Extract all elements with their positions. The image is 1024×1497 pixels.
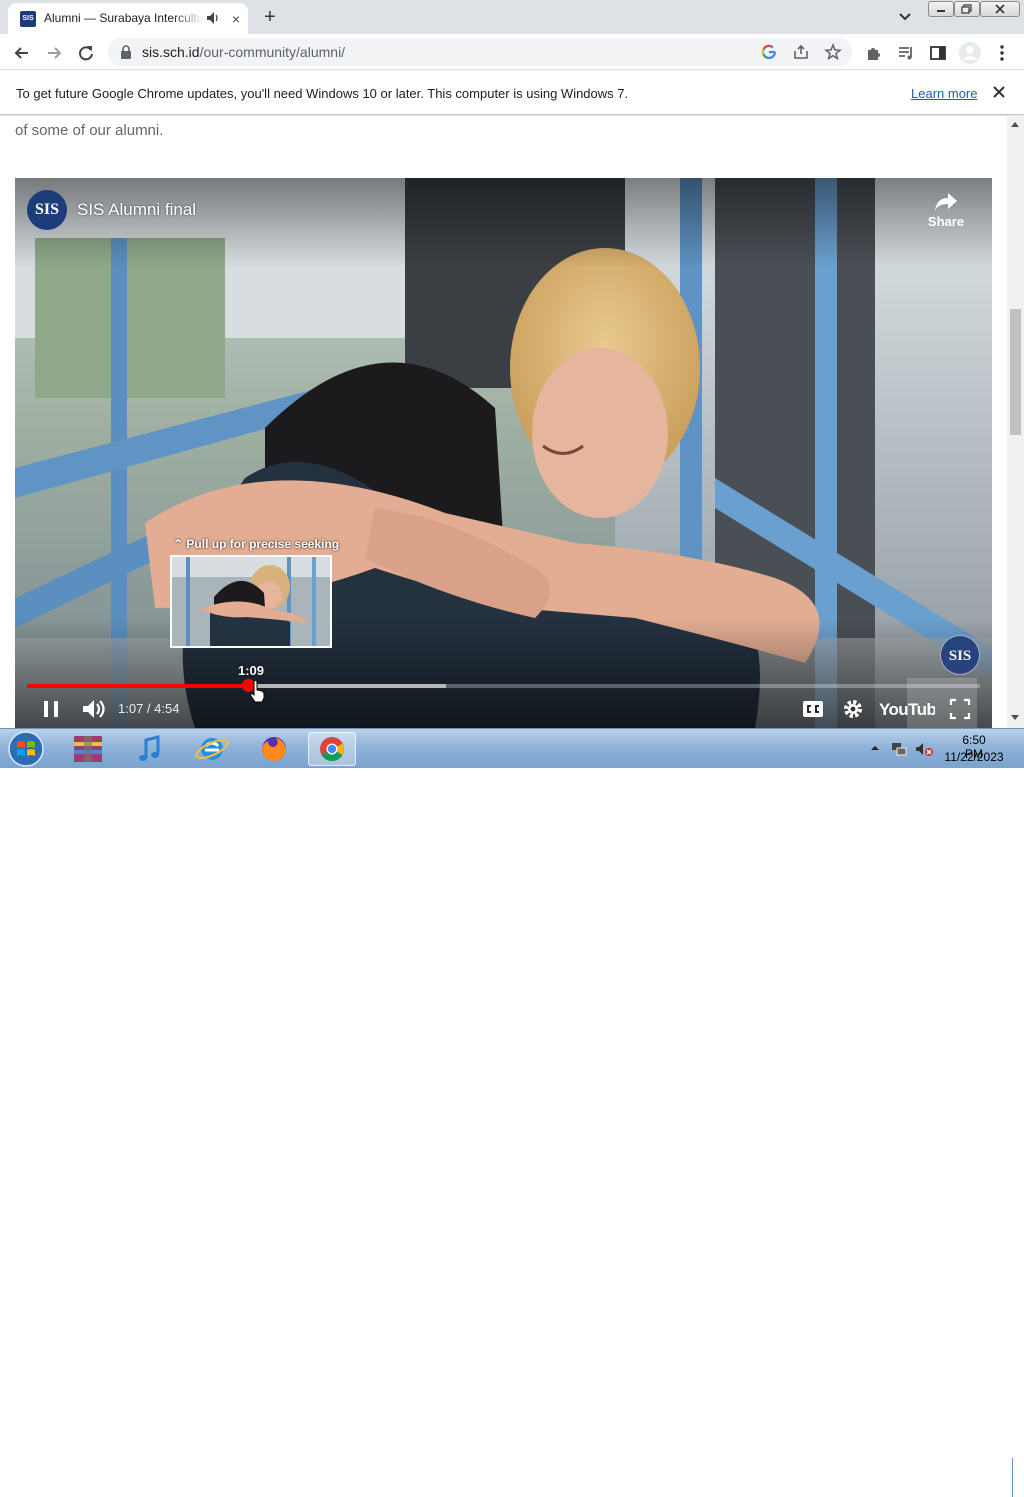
time-current: 1:07 [118,701,144,716]
music-player-icon[interactable] [126,732,174,766]
update-infobar: To get future Google Chrome updates, you… [0,71,1024,115]
star-icon[interactable] [824,43,842,61]
address-bar[interactable]: sis.sch.id/our-community/alumni/ [108,38,852,66]
closed-captions-icon[interactable] [795,694,831,724]
share-arrow-icon [935,193,957,211]
video-title[interactable]: SIS Alumni final [77,200,196,220]
reload-icon[interactable] [76,43,96,63]
youtube-logo[interactable]: YouTube [879,697,935,721]
volume-muted-icon[interactable] [914,740,934,758]
share-icon[interactable] [792,43,810,61]
back-arrow-icon[interactable] [12,43,32,63]
mouse-cursor-icon [250,681,265,703]
gear-icon[interactable] [835,694,871,724]
tab-title: Alumni — Surabaya Intercultural School [44,11,204,25]
top-gradient [15,178,992,268]
network-icon[interactable] [890,740,908,758]
seek-hint: ⌃ Pull up for precise seeking [173,537,339,551]
scroll-thumb[interactable] [1010,309,1021,435]
youtube-logo-text: YouTube [879,700,935,719]
time-separator: / [143,701,155,716]
seek-preview-thumbnail [170,555,332,648]
browser-toolbar: sis.sch.id/our-community/alumni/ [0,34,1024,70]
tab-favicon-icon: SIS [20,11,36,27]
kebab-menu-icon[interactable] [992,43,1012,63]
window-close-button[interactable] [980,1,1020,17]
time-display: 1:07 / 4:54 [118,701,179,716]
internet-explorer-icon[interactable] [188,732,236,766]
page-scrollbar[interactable] [1007,116,1024,728]
windows-start-icon[interactable] [6,730,46,768]
firefox-icon[interactable] [250,732,298,766]
channel-avatar[interactable]: SIS [27,190,67,230]
clock-date[interactable]: 11/22/2023 [942,750,1006,764]
new-tab-button[interactable]: + [258,5,282,29]
chrome-icon [320,737,344,762]
minimize-icon [937,10,945,12]
scroll-down-icon[interactable] [1011,715,1019,720]
web-page: of some of our alumni. SIS SIS Alumni fi… [0,116,1007,728]
url-host: sis.sch.id [142,44,200,60]
channel-watermark[interactable]: SIS [940,635,980,675]
puzzle-icon[interactable] [864,43,884,63]
tab-strip: SIS Alumni — Surabaya Intercultural Scho… [0,0,1024,34]
lock-icon[interactable] [120,44,132,60]
speaker-icon[interactable] [206,10,220,26]
window-restore-button[interactable] [954,1,980,17]
forward-arrow-icon[interactable] [44,43,64,63]
google-g-icon[interactable] [760,43,778,61]
close-icon [995,4,1005,14]
tray-expand-icon[interactable] [870,743,880,753]
restore-icon [961,4,972,14]
share-label: Share [927,214,965,229]
url-text[interactable]: sis.sch.id/our-community/alumni/ [142,44,345,60]
tab-close-icon[interactable]: × [228,11,244,27]
close-icon[interactable] [990,83,1008,101]
time-total: 4:54 [154,701,180,716]
profile-icon[interactable] [958,41,982,65]
browser-tab[interactable]: SIS Alumni — Surabaya Intercultural Scho… [8,3,248,34]
winrar-icon[interactable] [64,732,112,766]
side-panel-icon[interactable] [928,43,948,63]
pause-icon[interactable] [33,694,69,724]
youtube-player[interactable]: SIS SIS Alumni final Share ⌃ Pull up for… [15,178,992,728]
learn-more-link[interactable]: Learn more [911,86,977,101]
chrome-taskbar-button[interactable] [308,732,356,766]
progress-played [27,684,249,688]
preview-image [172,557,330,646]
media-control-icon[interactable] [896,43,916,63]
share-button[interactable]: Share [921,190,971,236]
progress-bar[interactable] [27,679,980,692]
chevron-up-icon: ⌃ [173,537,184,551]
scroll-up-icon[interactable] [1011,122,1019,127]
windows-taskbar [0,728,1024,1497]
seek-hint-text: Pull up for precise seeking [186,537,340,551]
intro-text: of some of our alumni. [15,122,164,139]
volume-icon[interactable] [75,694,111,724]
window-minimize-button[interactable] [928,1,954,17]
fullscreen-icon[interactable] [942,694,978,724]
show-desktop-button[interactable] [1012,1458,1024,1497]
infobar-message: To get future Google Chrome updates, you… [16,86,629,101]
chevron-down-icon[interactable] [896,8,914,26]
url-path: /our-community/alumni/ [199,44,346,60]
seek-tooltip-time: 1:09 [238,663,265,678]
